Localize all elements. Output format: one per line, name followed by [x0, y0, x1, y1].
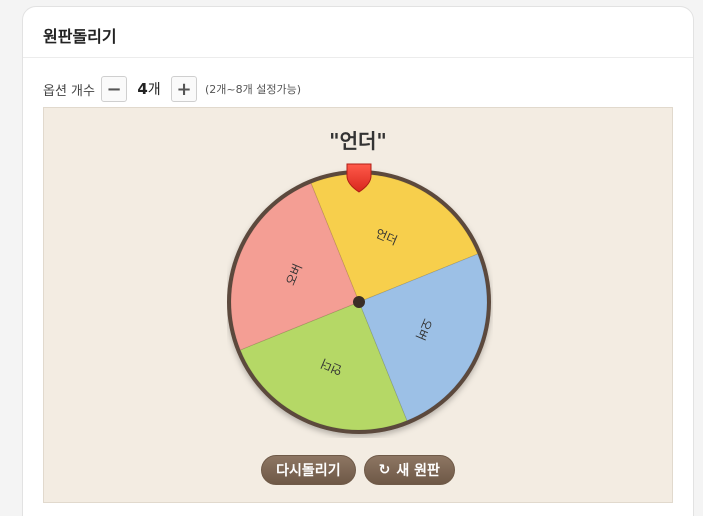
title-divider: [23, 57, 693, 58]
increase-count-button[interactable]: +: [170, 76, 197, 102]
action-buttons: 다시돌리기 ↻ 새 원판: [44, 455, 672, 485]
refresh-icon: ↻: [378, 462, 391, 478]
wheel-hub: [353, 296, 365, 308]
option-count-controls: 옵션 개수 − 4개 + (2개~8개 설정가능): [43, 76, 301, 102]
spin-result: "언더": [329, 129, 387, 153]
option-count-display: 4개: [127, 79, 171, 99]
roulette-stage: "언더" 언더 오버 언더 오버 다시돌리기 ↻ 새 원판: [43, 107, 673, 503]
option-count-unit: 개: [147, 82, 161, 98]
option-count-value: 4: [137, 80, 148, 98]
card-title: 원판돌리기: [43, 27, 117, 46]
respin-label: 다시돌리기: [276, 463, 341, 479]
roulette-card: 원판돌리기 옵션 개수 − 4개 + (2개~8개 설정가능) "언더" 언더 오…: [22, 6, 694, 516]
roulette-wheel[interactable]: 언더오버언더오버: [227, 160, 493, 438]
option-count-hint: (2개~8개 설정가능): [204, 83, 301, 96]
decrease-count-button[interactable]: −: [100, 76, 127, 102]
respin-button[interactable]: 다시돌리기: [261, 455, 356, 485]
new-wheel-button[interactable]: ↻ 새 원판: [363, 455, 455, 485]
option-count-label: 옵션 개수: [43, 83, 95, 99]
new-wheel-label: 새 원판: [396, 463, 440, 479]
